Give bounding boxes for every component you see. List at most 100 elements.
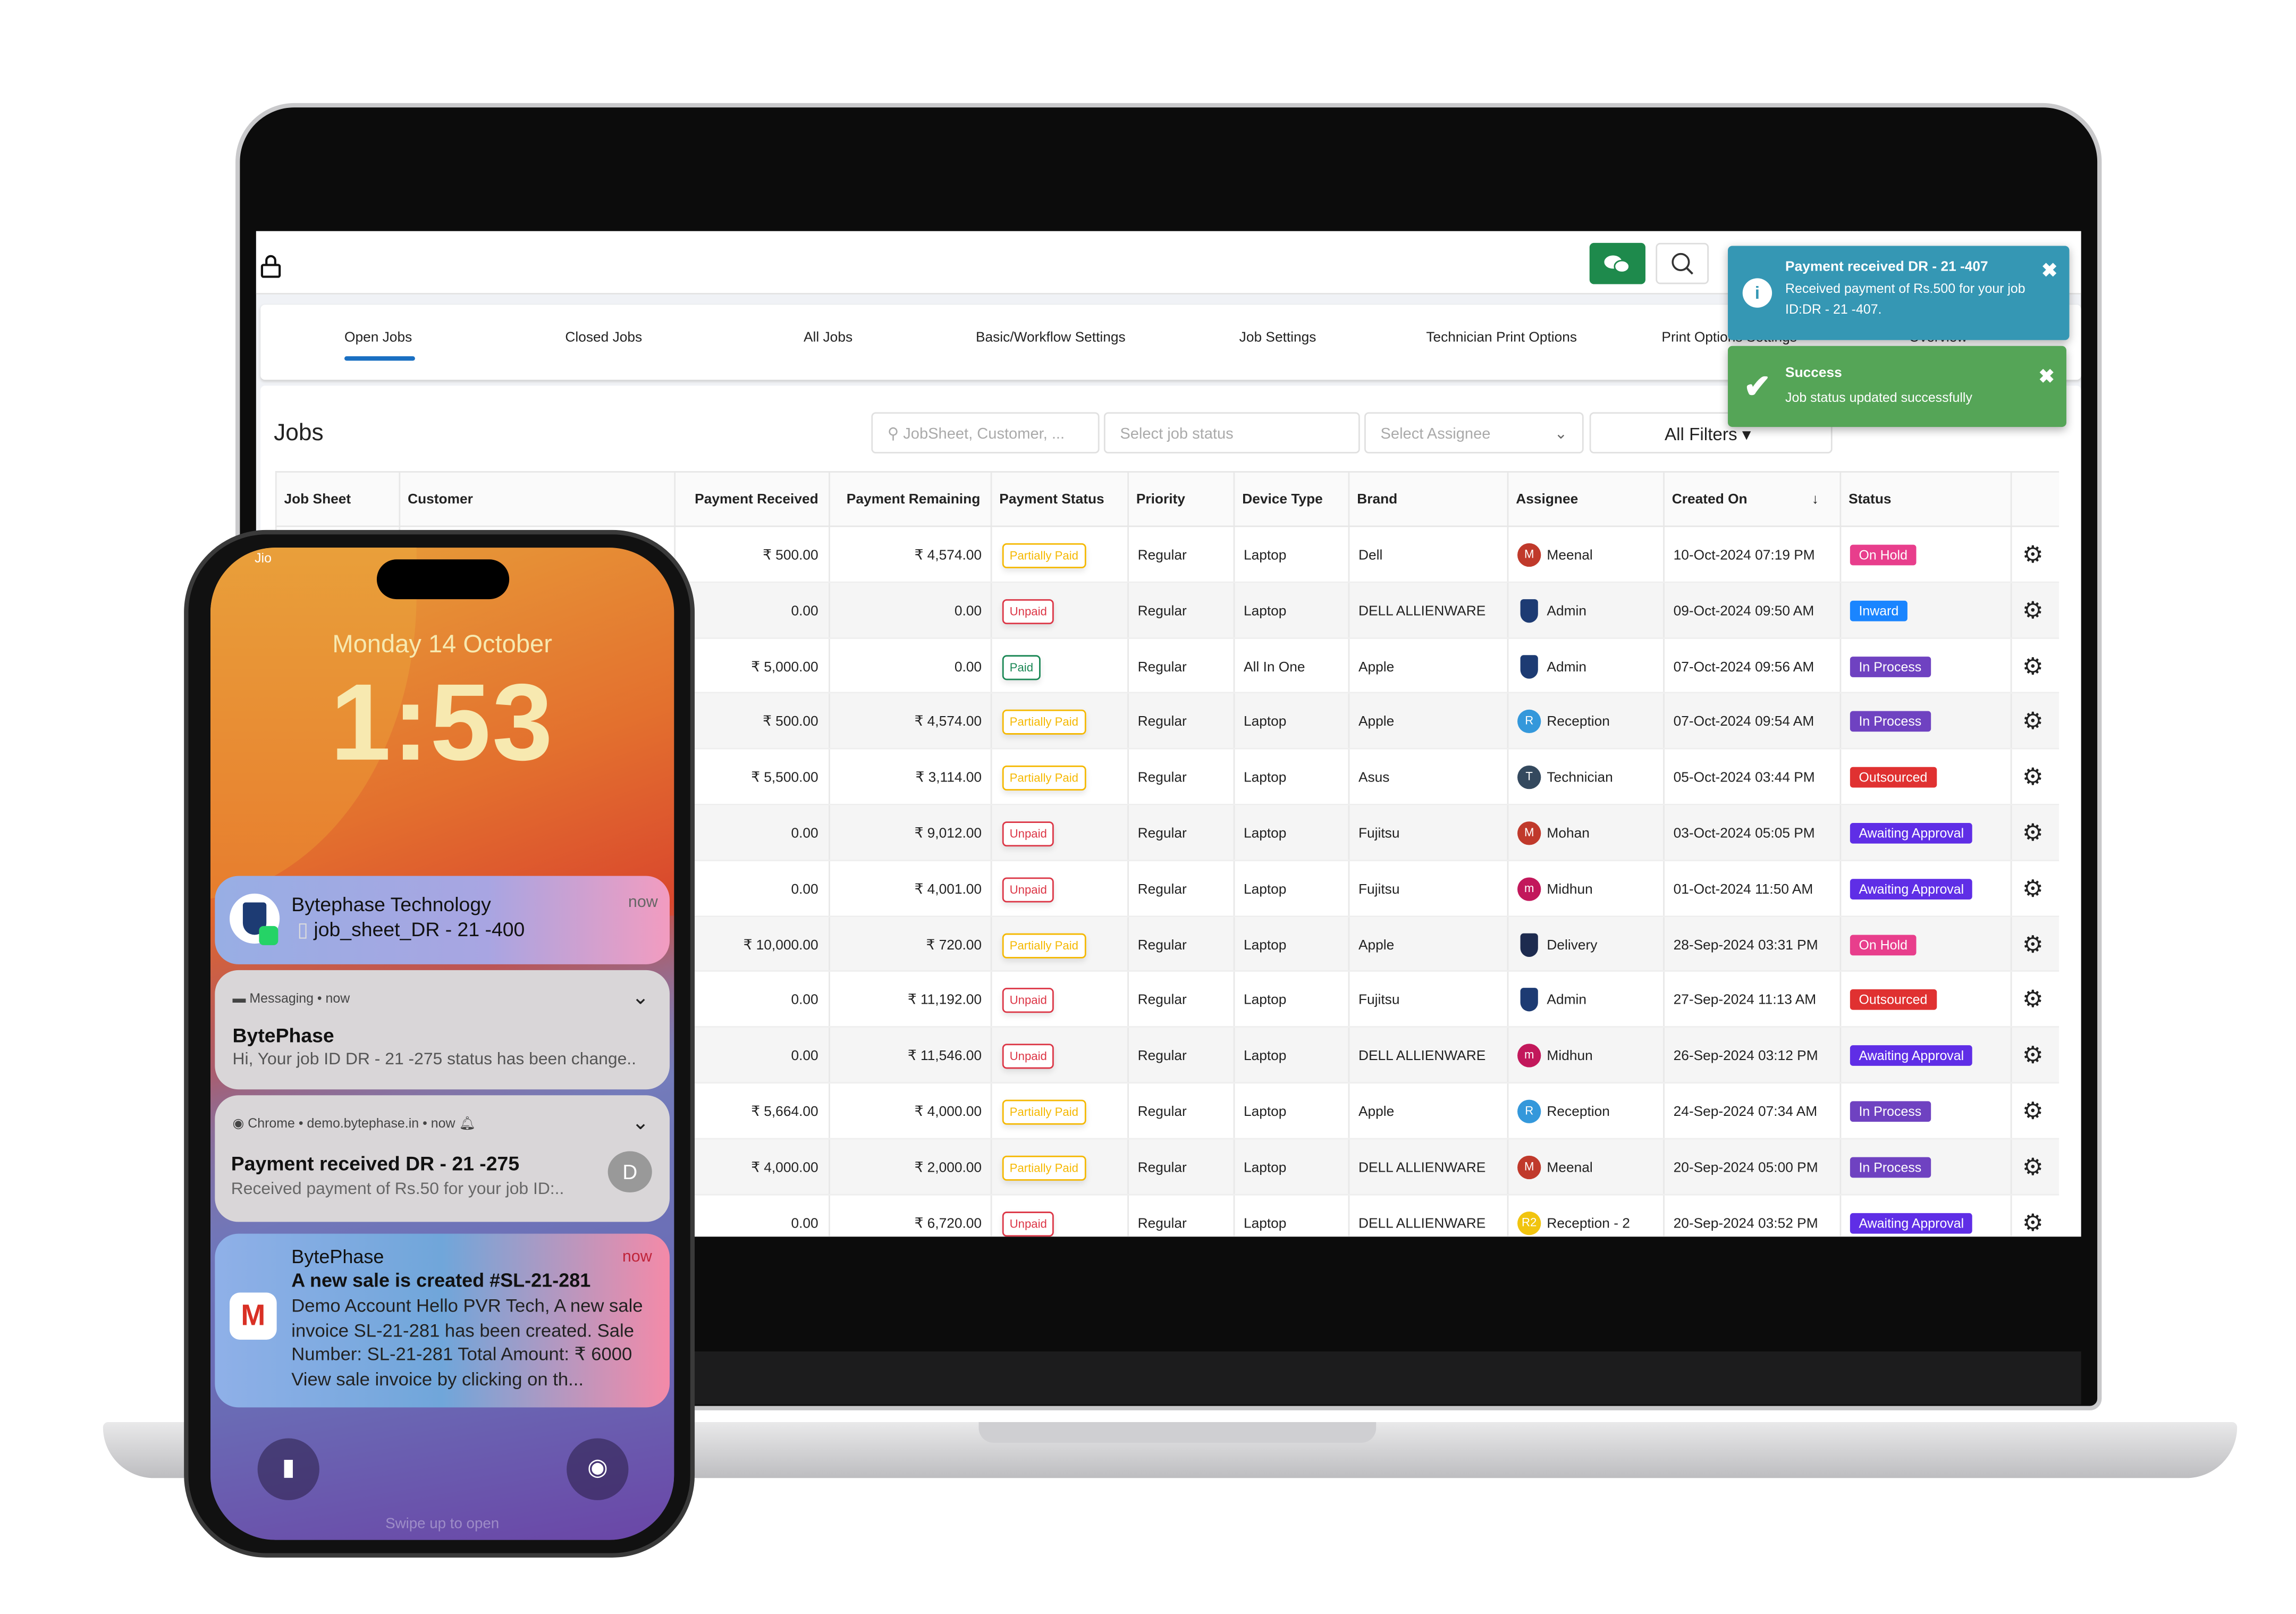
tab-all-jobs[interactable]: All Jobs — [804, 330, 852, 346]
dynamic-island — [376, 559, 510, 600]
column-header-payment-status[interactable]: Payment Status — [999, 492, 1104, 508]
notification-chrome[interactable]: ◉ Chrome • demo.bytephase.in • now 🔔︎ ⌄ … — [215, 1095, 670, 1222]
job-status-badge[interactable]: In Process — [1850, 655, 1930, 677]
job-status-badge[interactable]: Outsourced — [1850, 989, 1936, 1011]
job-status-badge[interactable]: Inward — [1850, 600, 1907, 621]
payment-remaining: ₹ 11,192.00 — [907, 993, 982, 1009]
gear-icon[interactable]: ⚙ — [2022, 540, 2044, 569]
expand-chevron-icon[interactable]: ⌄ — [632, 1110, 649, 1135]
search-button[interactable] — [1656, 242, 1709, 284]
job-status-badge[interactable]: On Hold — [1850, 544, 1917, 566]
assignee-avatar — [1520, 932, 1538, 956]
brand: Apple — [1358, 1104, 1395, 1121]
notification-gmail[interactable]: M BytePhase now A new sale is created #S… — [215, 1233, 670, 1408]
column-divider — [990, 1195, 992, 1237]
sort-arrow-icon[interactable]: ↓ — [1812, 492, 1819, 508]
payment-remaining: ₹ 4,001.00 — [914, 881, 982, 898]
gear-icon[interactable]: ⚙ — [2022, 1153, 2044, 1182]
gear-icon[interactable]: ⚙ — [2022, 652, 2044, 681]
tab-technician-print-options[interactable]: Technician Print Options — [1426, 330, 1577, 346]
assignee: Delivery — [1547, 937, 1598, 954]
column-header-payment-received[interactable]: Payment Received — [695, 492, 818, 508]
tab-job-settings[interactable]: Job Settings — [1239, 330, 1316, 346]
job-status-badge[interactable]: In Process — [1850, 711, 1930, 733]
gear-icon[interactable]: ⚙ — [2022, 874, 2044, 903]
job-status-badge[interactable]: Awaiting Approval — [1850, 1212, 1973, 1233]
device-type: Laptop — [1243, 603, 1287, 620]
tab-open-jobs[interactable]: Open Jobs — [344, 330, 412, 346]
chevron-down-icon: ⌄ — [1554, 425, 1568, 443]
payment-status-badge: Paid — [1002, 654, 1041, 680]
tab-closed-jobs[interactable]: Closed Jobs — [565, 330, 642, 346]
job-status-badge[interactable]: Awaiting Approval — [1850, 878, 1973, 900]
table-header: Job Sheet Customer Payment Received Payment… — [275, 471, 2059, 527]
gear-icon[interactable]: ⚙ — [2022, 819, 2044, 848]
search-input[interactable]: ⚲ JobSheet, Customer, ... — [871, 412, 1100, 453]
assignee-select[interactable]: Select Assignee ⌄ — [1364, 412, 1584, 453]
priority: Regular — [1137, 770, 1187, 787]
column-header-brand[interactable]: Brand — [1357, 492, 1397, 508]
gear-icon[interactable]: ⚙ — [2022, 1097, 2044, 1126]
gear-icon[interactable]: ⚙ — [2022, 986, 2044, 1015]
close-icon[interactable]: ✖ — [2039, 365, 2055, 389]
payment-received: ₹ 5,000.00 — [751, 659, 818, 675]
column-divider — [1507, 750, 1509, 804]
camera-icon: ◉ — [587, 1456, 608, 1481]
chat-button[interactable] — [1589, 242, 1645, 284]
column-divider — [1663, 1083, 1665, 1138]
column-header-assignee[interactable]: Assignee — [1516, 492, 1578, 508]
job-status-badge[interactable]: On Hold — [1850, 934, 1917, 955]
column-header-customer[interactable]: Customer — [408, 492, 473, 508]
job-status-badge[interactable]: In Process — [1850, 1156, 1930, 1178]
column-divider — [829, 1195, 830, 1237]
gear-icon[interactable]: ⚙ — [2022, 763, 2044, 792]
column-header-payment-remaining[interactable]: Payment Remaining — [847, 492, 980, 508]
payment-remaining: ₹ 11,546.00 — [907, 1048, 982, 1065]
column-header-status[interactable]: Status — [1848, 492, 1891, 508]
priority: Regular — [1137, 826, 1187, 842]
column-header-device-type[interactable]: Device Type — [1242, 492, 1323, 508]
assignee-avatar: m — [1517, 877, 1541, 901]
assignee: Midhun — [1547, 881, 1593, 898]
gear-icon[interactable]: ⚙ — [2022, 1208, 2044, 1237]
laptop-notch — [978, 1422, 1377, 1443]
payment-remaining: 0.00 — [954, 659, 982, 675]
lock-date: Monday 14 October — [332, 630, 552, 658]
swipe-hint: Swipe up to open — [385, 1516, 500, 1533]
column-divider — [1233, 972, 1235, 1027]
column-header-created-on[interactable]: Created On — [1672, 492, 1748, 508]
column-divider — [990, 527, 992, 582]
notification-whatsapp[interactable]: Bytephase Technology ▯ job_sheet_DR - 21… — [215, 876, 670, 964]
job-status-badge[interactable]: Awaiting Approval — [1850, 822, 1973, 844]
column-divider — [829, 638, 830, 693]
toast-success[interactable]: ✔ Success Job status updated successfully ✖ — [1728, 346, 2066, 427]
column-divider — [829, 694, 830, 749]
device-type: All In One — [1243, 659, 1305, 675]
camera-button[interactable]: ◉ — [567, 1438, 629, 1500]
job-status-badge[interactable]: Outsourced — [1850, 767, 1936, 788]
payment-status-badge: Unpaid — [1002, 821, 1054, 847]
notification-time: now — [628, 893, 658, 912]
assignee: Meenal — [1547, 1159, 1593, 1176]
gear-icon[interactable]: ⚙ — [2022, 596, 2044, 625]
expand-chevron-icon[interactable]: ⌄ — [632, 985, 649, 1010]
gear-icon[interactable]: ⚙ — [2022, 707, 2044, 736]
job-status-select[interactable]: Select job status — [1103, 412, 1360, 453]
job-status-badge[interactable]: In Process — [1850, 1101, 1930, 1122]
notification-messaging[interactable]: ▬ Messaging • now ⌄ BytePhase Hi, Your j… — [215, 970, 670, 1090]
payment-remaining: ₹ 4,574.00 — [914, 548, 982, 564]
close-icon[interactable]: ✖ — [2041, 259, 2057, 282]
column-divider — [829, 472, 830, 526]
column-header-priority[interactable]: Priority — [1136, 492, 1185, 508]
payment-status-badge: Unpaid — [1002, 1044, 1054, 1069]
gear-icon[interactable]: ⚙ — [2022, 1041, 2044, 1070]
column-header-job-sheet[interactable]: Job Sheet — [284, 492, 351, 508]
toast-info[interactable]: i Payment received DR - 21 -407 Received p… — [1728, 246, 2070, 340]
assignee-placeholder: Select Assignee — [1380, 425, 1491, 443]
gear-icon[interactable]: ⚙ — [2022, 930, 2044, 959]
payment-remaining: ₹ 9,012.00 — [914, 826, 982, 842]
job-status-badge[interactable]: Awaiting Approval — [1850, 1045, 1973, 1066]
lock-icon[interactable] — [260, 255, 281, 278]
flashlight-button[interactable]: ▮ — [257, 1438, 319, 1500]
tab-basic-workflow-settings[interactable]: Basic/Workflow Settings — [976, 330, 1126, 346]
